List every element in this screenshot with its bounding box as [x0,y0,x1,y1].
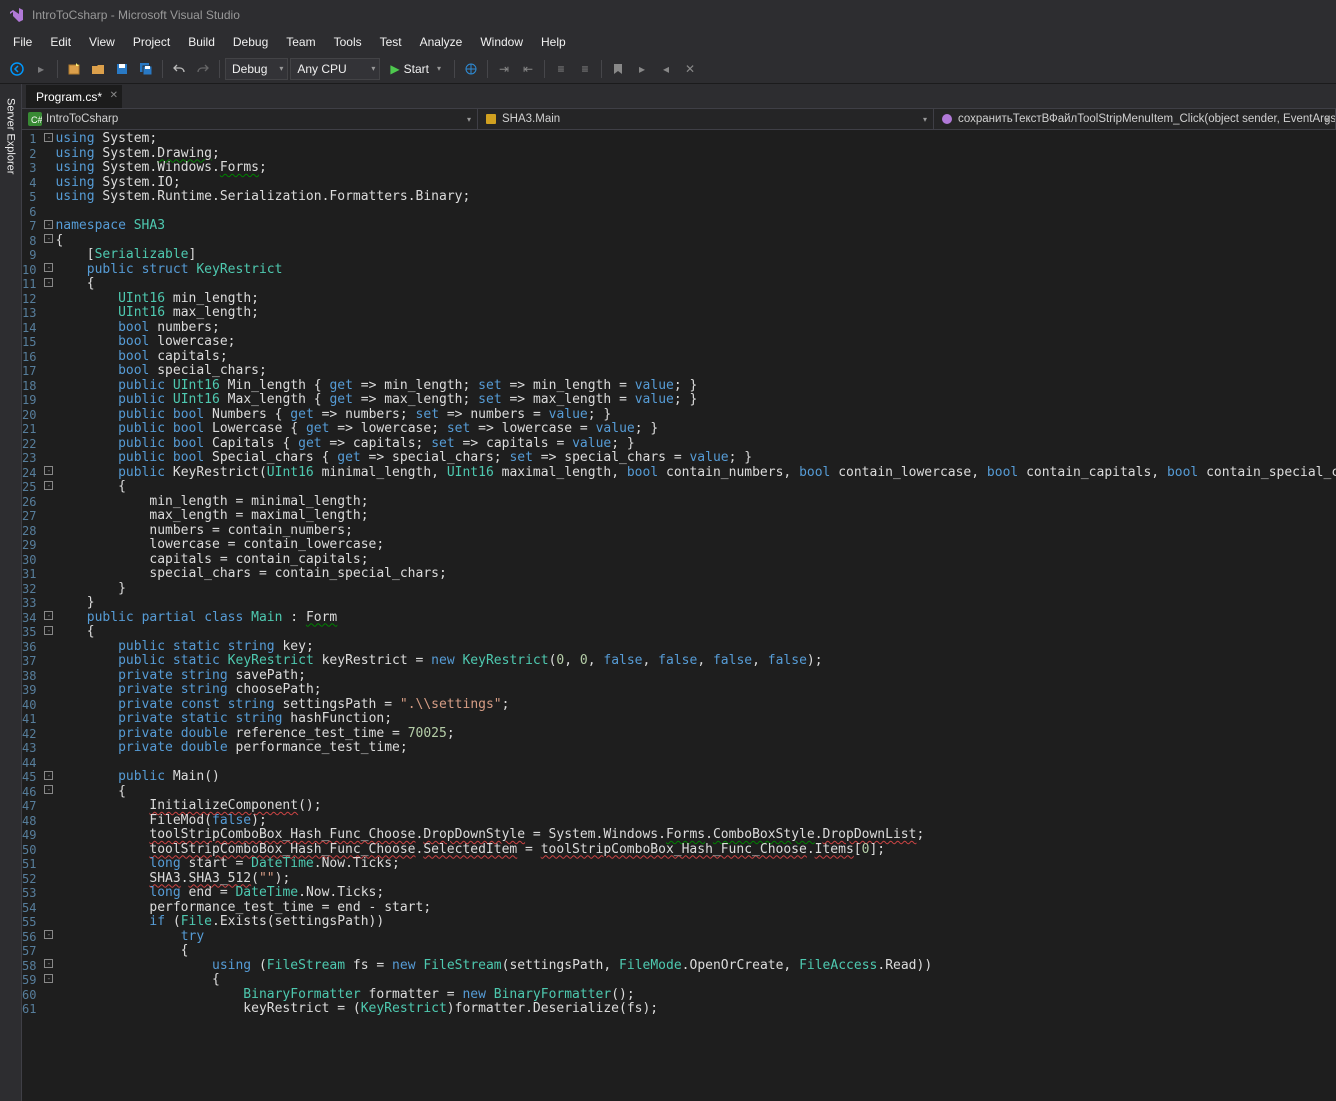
step-out-button[interactable]: ⇤ [517,58,539,80]
fold-toggle[interactable]: - [44,626,53,635]
nav-fwd-button[interactable]: ▸ [30,58,52,80]
fold-toggle[interactable]: - [44,263,53,272]
indent-more-button[interactable]: ≡ [574,58,596,80]
vs-logo-icon [8,7,24,23]
menu-window[interactable]: Window [471,32,532,52]
undo-button[interactable] [168,58,190,80]
menu-view[interactable]: View [80,32,124,52]
bookmark-clear-button[interactable]: ✕ [679,58,701,80]
fold-toggle[interactable]: - [44,481,53,490]
window-title: IntroToCsharp - Microsoft Visual Studio [32,8,240,22]
toolbar-separator [219,60,220,78]
fold-toggle[interactable]: - [44,611,53,620]
toolbar-separator [544,60,545,78]
bookmark-prev-button[interactable]: ◂ [655,58,677,80]
nav-member-label: сохранитьТекстВФайлToolStripMenuItem_Cli… [958,113,1336,125]
platform-dropdown[interactable]: Any CPU [290,58,380,80]
start-label: Start [404,62,429,76]
svg-text:C#: C# [31,115,42,125]
toolbar-separator [57,60,58,78]
fold-toggle[interactable]: - [44,220,53,229]
step-button[interactable]: ⇥ [493,58,515,80]
nav-project-label: IntroToCsharp [46,113,118,125]
method-icon [940,112,954,126]
menu-analyze[interactable]: Analyze [411,32,472,52]
start-button[interactable]: ▶Start▾ [382,58,449,80]
fold-toggle[interactable]: - [44,133,53,142]
fold-toggle[interactable]: - [44,771,53,780]
csharp-project-icon: C# [28,112,42,126]
toolbar-separator [454,60,455,78]
close-icon[interactable]: ✕ [110,90,118,101]
play-icon: ▶ [390,62,399,76]
menu-build[interactable]: Build [179,32,224,52]
nav-type-label: SHA3.Main [502,113,560,125]
menu-project[interactable]: Project [124,32,179,52]
nav-project-dropdown[interactable]: C# IntroToCsharp [22,109,478,129]
bookmark-button[interactable] [607,58,629,80]
menu-help[interactable]: Help [532,32,575,52]
toolbar-separator [601,60,602,78]
toolbar: ▸ Debug Any CPU ▶Start▾ ⇥ ⇤ ≡ ≡ ▸ ◂ ✕ [0,54,1336,84]
editor-tabstrip: Program.cs* ✕ [22,84,1336,108]
config-dropdown[interactable]: Debug [225,58,288,80]
nav-back-button[interactable] [6,58,28,80]
tab-label: Program.cs* [36,90,102,104]
side-panel: Server Explorer [0,84,22,1101]
fold-toggle[interactable]: - [44,278,53,287]
fold-toggle[interactable]: - [44,959,53,968]
fold-toggle[interactable]: - [44,234,53,243]
menu-file[interactable]: File [4,32,41,52]
toolbar-separator [162,60,163,78]
fold-toggle[interactable]: - [44,466,53,475]
redo-button[interactable] [192,58,214,80]
nav-type-dropdown[interactable]: SHA3.Main [478,109,934,129]
menu-bar: File Edit View Project Build Debug Team … [0,30,1336,54]
code-text[interactable]: using System;using System.Drawing;using … [53,130,1336,1101]
menu-edit[interactable]: Edit [41,32,80,52]
open-file-button[interactable] [87,58,109,80]
bookmark-next-button[interactable]: ▸ [631,58,653,80]
toolbar-separator [487,60,488,78]
menu-debug[interactable]: Debug [224,32,277,52]
new-project-button[interactable] [63,58,85,80]
indent-less-button[interactable]: ≡ [550,58,572,80]
nav-member-dropdown[interactable]: сохранитьТекстВФайлToolStripMenuItem_Cli… [934,109,1336,129]
fold-toggle[interactable]: - [44,930,53,939]
menu-test[interactable]: Test [371,32,411,52]
fold-toggle[interactable]: - [44,785,53,794]
fold-margin[interactable]: - - - - - - - - - - - - - - [44,130,53,1101]
save-all-button[interactable] [135,58,157,80]
server-explorer-tab[interactable]: Server Explorer [3,92,19,180]
menu-team[interactable]: Team [277,32,324,52]
browser-link-button[interactable] [460,58,482,80]
fold-toggle[interactable]: - [44,974,53,983]
menu-tools[interactable]: Tools [325,32,371,52]
class-icon [484,112,498,126]
line-number-gutter: 1234567891011121314151617181920212223242… [22,130,44,1101]
code-editor[interactable]: 1234567891011121314151617181920212223242… [22,130,1336,1101]
save-button[interactable] [111,58,133,80]
nav-bar: C# IntroToCsharp SHA3.Main сохранитьТекс… [22,108,1336,130]
tab-program-cs[interactable]: Program.cs* ✕ [26,85,122,108]
